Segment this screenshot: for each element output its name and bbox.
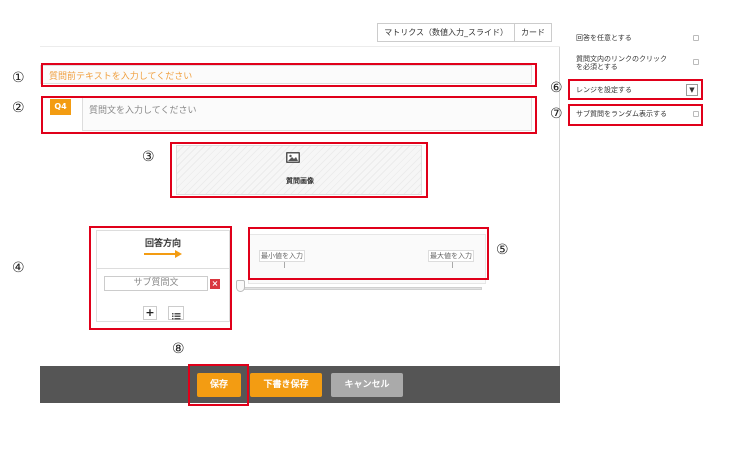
question-type-tabs: マトリクス（数値入力_スライド） カード (377, 23, 552, 42)
slider-track[interactable] (238, 287, 482, 290)
marker-3: ③ (142, 149, 155, 165)
tab-matrix-slider[interactable]: マトリクス（数値入力_スライド） (378, 24, 514, 41)
marker-2: ② (12, 100, 25, 116)
marker-4: ④ (12, 260, 25, 276)
highlight-question (41, 96, 537, 134)
link-click-checkbox[interactable] (693, 59, 699, 65)
highlight-range-setting (568, 79, 703, 100)
marker-8: ⑧ (172, 341, 185, 357)
optional-answer-checkbox[interactable] (693, 35, 699, 41)
editor-top-bar: マトリクス（数値入力_スライド） カード (40, 17, 560, 47)
highlight-range (248, 227, 489, 280)
highlight-image (170, 142, 428, 198)
highlight-direction (89, 226, 232, 330)
tab-card[interactable]: カード (514, 24, 551, 41)
marker-6: ⑥ (550, 80, 563, 96)
settings-panel (560, 17, 712, 403)
link-click-label-2: を必須とする (576, 63, 618, 71)
highlight-pre-text (41, 63, 537, 87)
highlight-save (188, 364, 249, 406)
cancel-button[interactable]: キャンセル (331, 373, 403, 397)
marker-1: ① (12, 70, 25, 86)
slider-handle[interactable] (236, 280, 245, 292)
marker-5: ⑤ (496, 242, 509, 258)
highlight-random-setting (568, 104, 703, 126)
marker-7: ⑦ (550, 106, 563, 122)
optional-answer-label: 回答を任意とする (576, 34, 632, 42)
save-draft-button[interactable]: 下書き保存 (250, 373, 322, 397)
